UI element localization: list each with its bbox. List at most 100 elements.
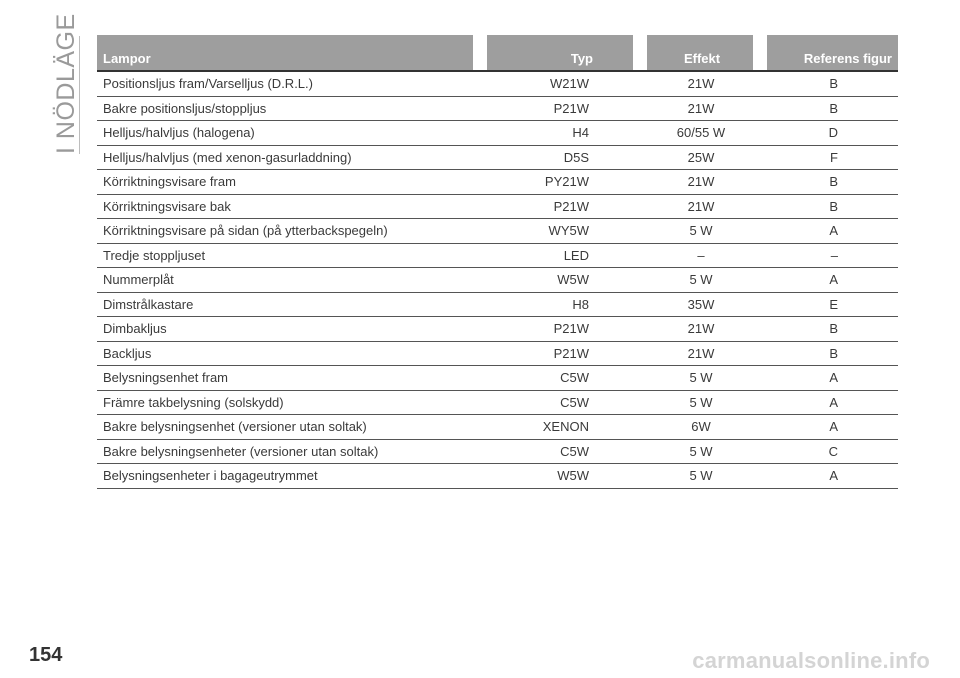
wattage-cell: 35W: [633, 293, 753, 317]
figure-ref-cell: A: [753, 366, 898, 391]
wattage-cell: 21W: [633, 342, 753, 366]
lamp-name-cell: Bakre belysningsenhet (versioner utan so…: [97, 415, 473, 440]
wattage-cell: 5 W: [633, 219, 753, 244]
wattage-cell: –: [633, 244, 753, 268]
lamp-name-cell: Belysningsenheter i bagageutrymmet: [97, 464, 473, 489]
header-gap: [753, 35, 767, 70]
figure-ref-cell: B: [753, 72, 898, 97]
header-gap: [473, 35, 487, 70]
lamp-name-cell: Bakre belysningsenheter (versioner utan …: [97, 440, 473, 464]
wattage-cell: 21W: [633, 97, 753, 121]
figure-ref-cell: E: [753, 293, 898, 317]
table-row: Nummerplåt W5W 5 WA: [97, 268, 898, 293]
wattage-cell: 21W: [633, 170, 753, 195]
bulb-type-cell: H8: [473, 293, 633, 317]
wattage-cell: 5 W: [633, 366, 753, 391]
figure-ref-cell: A: [753, 415, 898, 440]
bulb-type-cell: WY5W: [473, 219, 633, 244]
table-row: Dimstrålkastare H8 35W E: [97, 293, 898, 317]
bulb-type-cell: C5W: [473, 391, 633, 415]
figure-ref-cell: B: [753, 342, 898, 366]
wattage-cell: 60/55 W: [633, 121, 753, 146]
figure-ref-cell: B: [753, 170, 898, 195]
wattage-cell: 6W: [633, 415, 753, 440]
bulb-type-cell: XENON: [473, 415, 633, 440]
section-title: I NÖDLÄGE: [50, 13, 90, 156]
table-row: Bakre belysningsenheter (versioner utan …: [97, 440, 898, 464]
table-row: Positionsljus fram/Varselljus (D.R.L.) W2…: [97, 72, 898, 97]
wattage-cell: 5 W: [633, 391, 753, 415]
header-typ: Typ: [473, 35, 633, 72]
bulb-type-cell: P21W: [473, 97, 633, 121]
wattage-cell: 21W: [633, 195, 753, 219]
table-row: Körriktningsvisare på sidan (på ytterbac…: [97, 219, 898, 244]
bulb-type-cell: P21W: [473, 195, 633, 219]
header-referens: Referens figur: [753, 35, 898, 72]
figure-ref-cell: B: [753, 97, 898, 121]
figure-ref-cell: B: [753, 317, 898, 342]
wattage-cell: 25W: [633, 146, 753, 170]
bulb-type-cell: LED: [473, 244, 633, 268]
header-gap: [633, 35, 647, 70]
bulb-table: Lampor Typ Effekt Referens figur Positio…: [97, 35, 898, 489]
table-row: Backljus P21W 21W B: [97, 342, 898, 366]
table-row: Körriktningsvisare bak P21W 21W B: [97, 195, 898, 219]
table-row: Bakre belysningsenhet (versioner utan so…: [97, 415, 898, 440]
lamp-name-cell: Dimbakljus: [97, 317, 473, 342]
bulb-type-cell: C5W: [473, 366, 633, 391]
bulb-type-cell: PY21W: [473, 170, 633, 195]
header-referens-label: Referens figur: [803, 51, 892, 66]
section-title-rule: [79, 36, 80, 154]
lamp-name-cell: Belysningsenhet fram: [97, 366, 473, 391]
bulb-table-body: Positionsljus fram/Varselljus (D.R.L.) W2…: [97, 72, 898, 489]
lamp-name-cell: Främre takbelysning (solskydd): [97, 391, 473, 415]
wattage-cell: 5 W: [633, 268, 753, 293]
table-row: Körriktningsvisare fram PY21W 21W B: [97, 170, 898, 195]
table-row: Helljus/halvljus (med xenon-gasurladdnin…: [97, 146, 898, 170]
lamp-name-cell: Körriktningsvisare på sidan (på ytterbac…: [97, 219, 473, 244]
header-lampor: Lampor: [97, 35, 473, 72]
figure-ref-cell: B: [753, 195, 898, 219]
wattage-cell: 21W: [633, 72, 753, 97]
bulb-type-cell: C5W: [473, 440, 633, 464]
lamp-name-cell: Positionsljus fram/Varselljus (D.R.L.): [97, 72, 473, 97]
lamp-name-cell: Helljus/halvljus (halogena): [97, 121, 473, 146]
table-row: Helljus/halvljus (halogena) H4 60/55 WD: [97, 121, 898, 146]
header-effekt: Effekt: [633, 35, 753, 72]
wattage-cell: 21W: [633, 317, 753, 342]
table-row: Belysningsenheter i bagageutrymmet W5W 5 W…: [97, 464, 898, 489]
lamp-name-cell: Nummerplåt: [97, 268, 473, 293]
figure-ref-cell: A: [753, 219, 898, 244]
table-row: Belysningsenhet fram C5W 5 WA: [97, 366, 898, 391]
wattage-cell: 5 W: [633, 464, 753, 489]
watermark: carmanualsonline.info: [692, 648, 930, 673]
lamp-name-cell: Dimstrålkastare: [97, 293, 473, 317]
figure-ref-cell: D: [753, 121, 898, 146]
bulb-type-cell: W5W: [473, 464, 633, 489]
table-row: Bakre positionsljus/stoppljus P21W 21W B: [97, 97, 898, 121]
figure-ref-cell: F: [753, 146, 898, 170]
bulb-type-cell: W21W: [473, 72, 633, 97]
bulb-type-cell: P21W: [473, 342, 633, 366]
lamp-name-cell: Backljus: [97, 342, 473, 366]
section-title-text: I NÖDLÄGE: [52, 13, 80, 154]
page-number: 154: [29, 644, 63, 666]
figure-ref-cell: C: [753, 440, 898, 464]
figure-ref-cell: A: [753, 268, 898, 293]
bulb-table-header: Lampor Typ Effekt Referens figur: [97, 35, 898, 72]
bulb-type-cell: H4: [473, 121, 633, 146]
table-row: Dimbakljus P21W 21W B: [97, 317, 898, 342]
bulb-type-cell: P21W: [473, 317, 633, 342]
figure-ref-cell: A: [753, 391, 898, 415]
lamp-name-cell: Helljus/halvljus (med xenon-gasurladdnin…: [97, 146, 473, 170]
header-effekt-label: Effekt: [683, 51, 721, 66]
figure-ref-cell: –: [753, 244, 898, 268]
header-typ-label: Typ: [570, 51, 593, 66]
lamp-name-cell: Bakre positionsljus/stoppljus: [97, 97, 473, 121]
wattage-cell: 5 W: [633, 440, 753, 464]
lamp-name-cell: Körriktningsvisare bak: [97, 195, 473, 219]
table-row: Tredje stoppljuset LED – –: [97, 244, 898, 268]
table-row: Främre takbelysning (solskydd) C5W 5 WA: [97, 391, 898, 415]
lamp-name-cell: Körriktningsvisare fram: [97, 170, 473, 195]
lamp-name-cell: Tredje stoppljuset: [97, 244, 473, 268]
